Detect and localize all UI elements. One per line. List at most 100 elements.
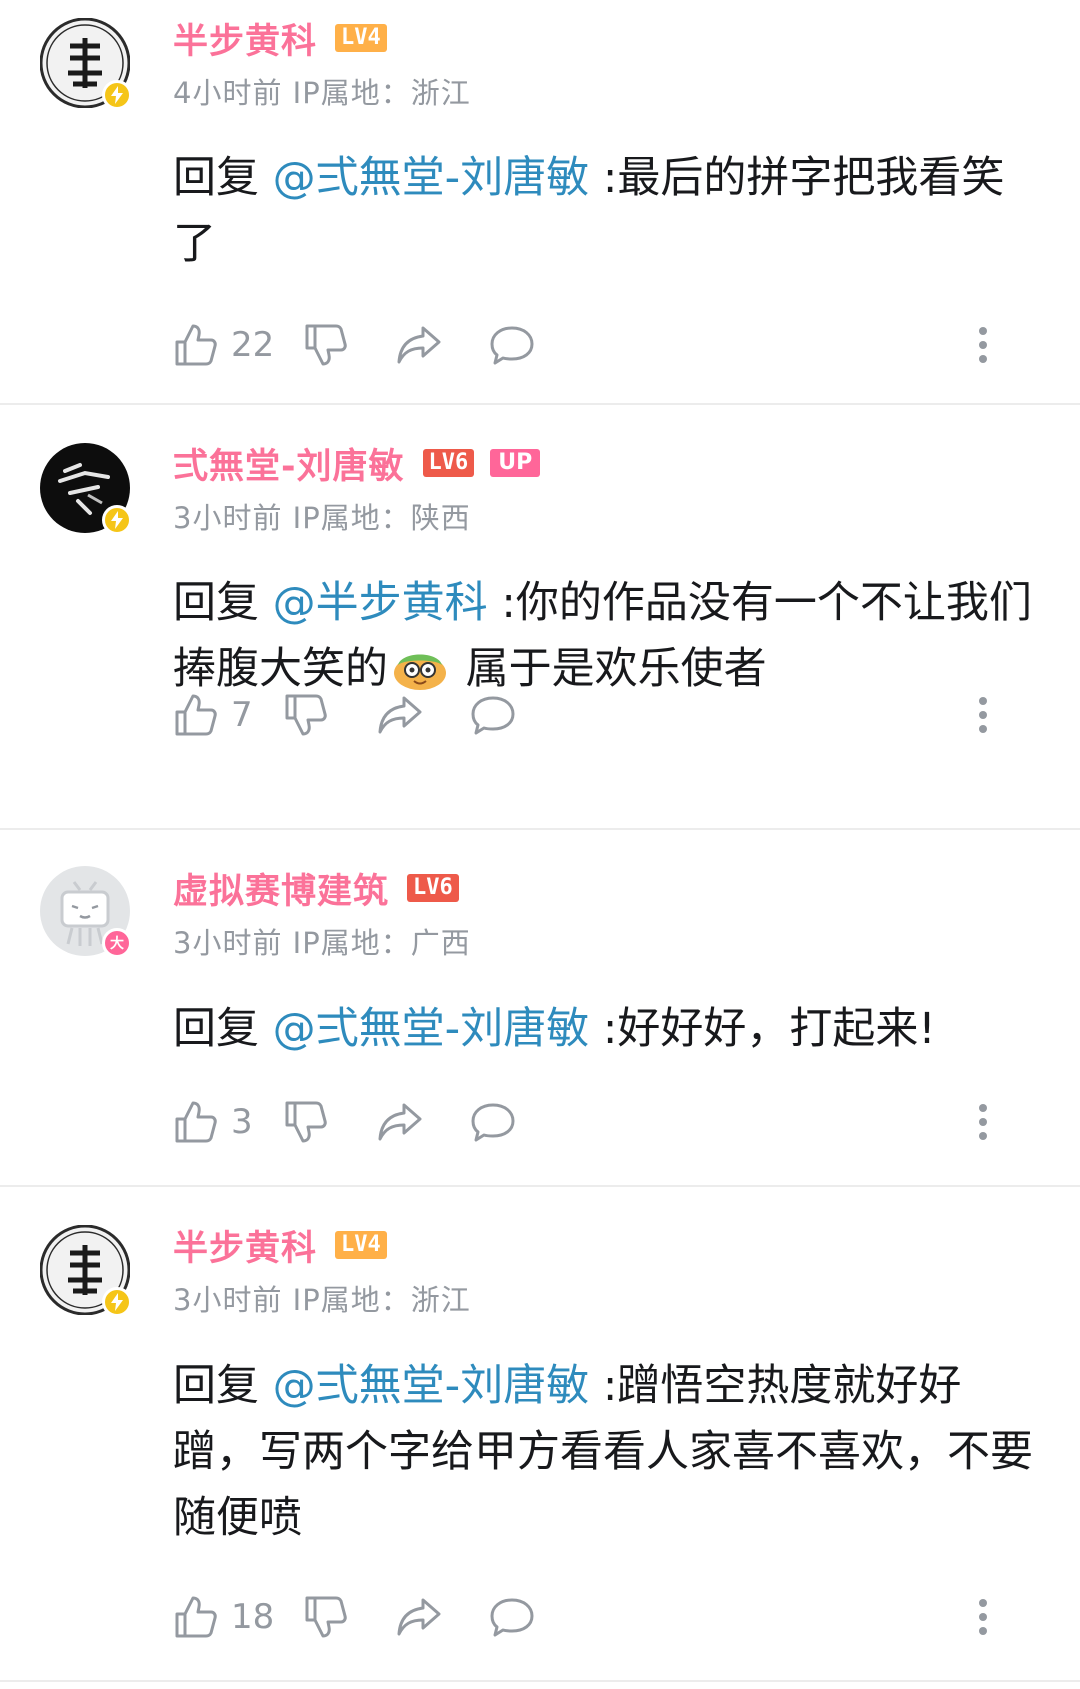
up-badge: UP xyxy=(490,449,541,477)
thumbs-up-icon xyxy=(175,1596,217,1638)
comment-bubble-icon xyxy=(471,696,515,735)
comment-item: 大 虚拟赛博建筑 LV6 3小时前 IP属地：广西 回复 @弍無堂-刘唐敏 :好… xyxy=(0,830,1080,1187)
reply-prefix: 回复 xyxy=(173,1361,273,1411)
more-options-button[interactable] xyxy=(963,1092,1003,1152)
thumbs-down-icon xyxy=(285,1101,327,1143)
share-icon xyxy=(397,326,441,364)
more-options-button[interactable] xyxy=(963,315,1003,375)
more-options-button[interactable] xyxy=(963,685,1003,745)
comment-item: 弍無堂-刘唐敏 LV6 UP 3小时前 IP属地：陕西 回复 @半步黄科 :你的… xyxy=(0,405,1080,830)
comment-item: 半步黄科 LV4 3小时前 IP属地：浙江 回复 @弍無堂-刘唐敏 :蹭悟空热度… xyxy=(0,1187,1080,1682)
dislike-button[interactable] xyxy=(303,322,349,368)
more-dots-icon xyxy=(979,1599,987,1635)
mention-link[interactable]: @弍無堂-刘唐敏 xyxy=(273,1361,590,1411)
username-row: 半步黄科 LV4 xyxy=(173,16,387,62)
thumbs-up-icon xyxy=(175,1101,217,1143)
username-row: 弍無堂-刘唐敏 LV6 UP xyxy=(173,441,541,487)
action-bar: 18 xyxy=(173,1587,1043,1647)
ip-location: IP属地：陕西 xyxy=(292,501,471,535)
like-button[interactable]: 7 xyxy=(173,692,253,738)
comment-list: 半步黄科 LV4 4小时前 IP属地：浙江 回复 @弍無堂-刘唐敏 :最后的拼字… xyxy=(0,0,1080,1689)
comment-time: 4小时前 xyxy=(173,76,283,110)
comment-meta: 3小时前 IP属地：浙江 xyxy=(173,1277,471,1319)
more-dots-icon xyxy=(979,697,987,733)
avatar[interactable] xyxy=(40,1225,132,1317)
comment-bubble-icon xyxy=(471,1103,515,1142)
dislike-button[interactable] xyxy=(283,1099,329,1145)
reply-button[interactable] xyxy=(469,692,517,738)
comment-meta: 3小时前 IP属地：陕西 xyxy=(173,495,471,537)
reply-button[interactable] xyxy=(488,1594,536,1640)
comment-time: 3小时前 xyxy=(173,926,283,960)
mention-link[interactable]: @弍無堂-刘唐敏 xyxy=(273,153,590,203)
lightning-badge-icon xyxy=(102,1287,132,1317)
username-row: 半步黄科 LV4 xyxy=(173,1223,387,1269)
more-dots-icon xyxy=(979,1104,987,1140)
reply-button[interactable] xyxy=(469,1099,517,1145)
thumbs-up-icon xyxy=(175,324,217,366)
like-button[interactable]: 22 xyxy=(173,322,274,368)
reply-prefix: 回复 xyxy=(173,578,273,628)
avatar[interactable] xyxy=(40,18,132,110)
dislike-button[interactable] xyxy=(283,692,329,738)
reply-button[interactable] xyxy=(488,322,536,368)
dislike-button[interactable] xyxy=(303,1594,349,1640)
comment-text: 回复 @弍無堂-刘唐敏 :蹭悟空热度就好好蹭，写两个字给甲方看看人家喜不喜欢，不… xyxy=(173,1353,1043,1551)
comment-bubble-icon xyxy=(490,1598,534,1637)
comment-time: 3小时前 xyxy=(173,501,283,535)
like-button[interactable]: 18 xyxy=(173,1594,274,1640)
action-bar: 7 xyxy=(173,685,1043,745)
mention-link[interactable]: @半步黄科 xyxy=(273,578,488,628)
share-icon xyxy=(378,696,422,734)
like-button[interactable]: 3 xyxy=(173,1099,253,1145)
big-member-label: 大 xyxy=(110,936,124,952)
like-count: 22 xyxy=(231,325,275,365)
reply-prefix: 回复 xyxy=(173,1004,273,1054)
username[interactable]: 半步黄科 xyxy=(173,1220,317,1271)
share-icon xyxy=(397,1598,441,1636)
lightning-badge-icon xyxy=(102,505,132,535)
mention-link[interactable]: @弍無堂-刘唐敏 xyxy=(273,1004,590,1054)
share-button[interactable] xyxy=(395,1594,443,1640)
reply-prefix: 回复 xyxy=(173,153,273,203)
username[interactable]: 弍無堂-刘唐敏 xyxy=(173,438,405,489)
level-badge: LV6 xyxy=(422,449,475,477)
like-count: 7 xyxy=(231,695,253,735)
username[interactable]: 半步黄科 xyxy=(173,13,317,64)
ip-location: IP属地：广西 xyxy=(292,926,471,960)
action-bar: 22 xyxy=(173,315,1043,375)
level-badge: LV4 xyxy=(335,24,387,52)
thumbs-down-icon xyxy=(305,1596,347,1638)
thumbs-down-icon xyxy=(285,694,327,736)
thumbs-up-icon xyxy=(175,694,217,736)
level-badge: LV4 xyxy=(335,1231,387,1259)
username[interactable]: 虚拟赛博建筑 xyxy=(173,863,389,914)
comment-text: 回复 @弍無堂-刘唐敏 :好好好，打起来! xyxy=(173,996,1043,1062)
share-button[interactable] xyxy=(395,322,443,368)
comment-text: 回复 @半步黄科 :你的作品没有一个不让我们捧腹大笑的 属于是欢乐使者 xyxy=(173,570,1043,702)
lightning-badge-icon xyxy=(102,80,132,110)
share-icon xyxy=(378,1103,422,1141)
ip-location: IP属地：浙江 xyxy=(292,76,471,110)
share-button[interactable] xyxy=(376,692,424,738)
comment-time: 3小时前 xyxy=(173,1283,283,1317)
ip-location: IP属地：浙江 xyxy=(292,1283,471,1317)
action-bar: 3 xyxy=(173,1092,1043,1152)
comment-meta: 4小时前 IP属地：浙江 xyxy=(173,70,471,112)
more-dots-icon xyxy=(979,327,987,363)
reply-content: :好好好，打起来! xyxy=(589,1004,936,1054)
comment-bubble-icon xyxy=(490,326,534,365)
avatar[interactable] xyxy=(40,443,132,535)
username-row: 虚拟赛博建筑 LV6 xyxy=(173,866,459,912)
comment-item: 半步黄科 LV4 4小时前 IP属地：浙江 回复 @弍無堂-刘唐敏 :最后的拼字… xyxy=(0,0,1080,405)
level-badge: LV6 xyxy=(407,874,459,902)
thumbs-down-icon xyxy=(305,324,347,366)
avatar[interactable]: 大 xyxy=(40,866,132,958)
comment-text: 回复 @弍無堂-刘唐敏 :最后的拼字把我看笑了 xyxy=(173,145,1043,277)
like-count: 18 xyxy=(231,1597,275,1637)
like-count: 3 xyxy=(231,1102,253,1142)
more-options-button[interactable] xyxy=(963,1587,1003,1647)
comment-meta: 3小时前 IP属地：广西 xyxy=(173,920,471,962)
big-member-badge: 大 xyxy=(102,928,132,958)
share-button[interactable] xyxy=(376,1099,424,1145)
